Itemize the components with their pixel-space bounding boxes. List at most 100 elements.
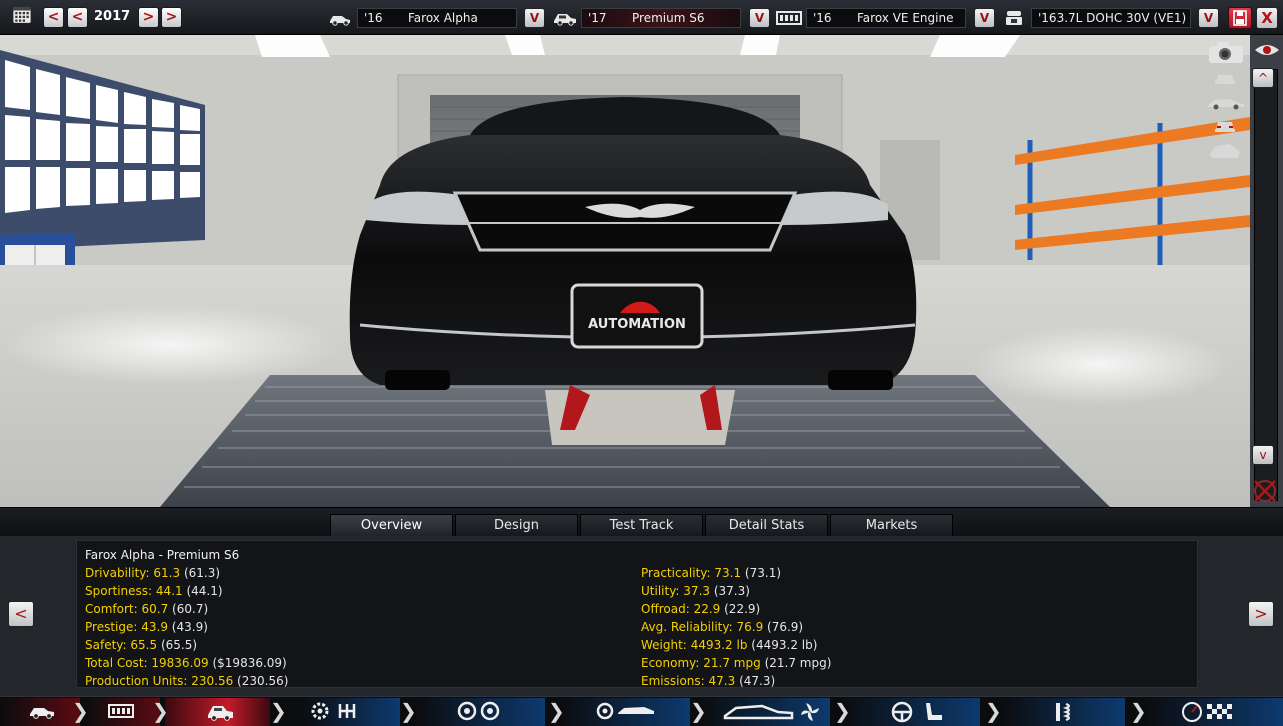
stat-reference-value: (65.5): [160, 638, 198, 652]
brakes-icon: [596, 702, 654, 720]
engine-block-icon: [108, 704, 134, 718]
engine-variant-icon: [1006, 11, 1022, 25]
view-rear-icon[interactable]: [1212, 118, 1238, 134]
engine-variant-field[interactable]: '163.7L DOHC 30V (VE1): [1031, 8, 1191, 28]
engine-family-dropdown-button[interactable]: V: [974, 8, 995, 28]
stat-label: Safety:: [85, 638, 127, 652]
stat-row: Comfort: 60.7 (60.7): [85, 600, 288, 618]
stat-reference-value: ($19836.09): [212, 656, 287, 670]
stat-label: Comfort:: [85, 602, 138, 616]
year-back-button[interactable]: <: [67, 7, 88, 28]
panel-prev-button[interactable]: <: [8, 601, 34, 627]
engine-variant-name: '163.7L DOHC 30V (VE1): [1038, 11, 1187, 25]
stat-row: Emissions: 47.3 (47.3): [641, 672, 831, 690]
zoom-down-button[interactable]: v: [1252, 445, 1274, 465]
license-plate-text: AUTOMATION: [588, 317, 686, 332]
stat-label: Prestige:: [85, 620, 138, 634]
stat-label: Utility:: [641, 584, 680, 598]
stat-label: Weight:: [641, 638, 687, 652]
model-field[interactable]: '16 Farox Alpha: [357, 8, 517, 28]
save-button[interactable]: [1228, 7, 1252, 29]
stat-value: 61.3: [153, 566, 181, 580]
panel-next-button[interactable]: >: [1248, 601, 1274, 627]
car-trim-icon: [554, 14, 576, 26]
stat-row: Weight: 4493.2 lb (4493.2 lb): [641, 636, 831, 654]
save-icon: [1233, 10, 1247, 26]
model-dropdown-button[interactable]: V: [524, 8, 545, 28]
trim-field[interactable]: '17 Premium S6: [581, 8, 741, 28]
stat-value: 4493.2 lb: [690, 638, 748, 652]
hide-car-icon[interactable]: [1250, 478, 1280, 504]
stat-reference-value: (37.3): [713, 584, 750, 598]
tab-test-track[interactable]: Test Track: [580, 514, 703, 536]
stat-row: Safety: 65.5 (65.5): [85, 636, 288, 654]
view-side-icon[interactable]: [1206, 96, 1246, 110]
automation-car-designer: < < 2017 > > '16 Farox Alpha V '17 Premium…: [0, 0, 1283, 726]
stat-reference-value: (76.9): [767, 620, 804, 634]
garage-scene: AUTOMATION: [0, 35, 1250, 507]
calendar-icon[interactable]: [9, 6, 35, 24]
stat-row: Prestige: 43.9 (43.9): [85, 618, 288, 636]
stat-reference-value: (47.3): [739, 674, 776, 688]
stat-row: Offroad: 22.9 (22.9): [641, 600, 831, 618]
view-angle-icon[interactable]: [1208, 140, 1242, 162]
trim-year: '17: [588, 11, 607, 25]
chevron-right-icon: ❯: [270, 699, 287, 723]
design-steps-bar: ❯ ❯ ❯ ❯ ❯ ❯ ❯ ❯ ❯: [0, 696, 1283, 726]
stat-reference-value: (43.9): [171, 620, 208, 634]
eye-icon[interactable]: [1254, 40, 1280, 60]
camera-icon[interactable]: [1207, 40, 1245, 64]
year-forward-button[interactable]: >: [138, 7, 159, 28]
aero-icon: [723, 703, 819, 721]
stat-value: 47.3: [708, 674, 736, 688]
zoom-scroll-track[interactable]: [1254, 69, 1278, 501]
stat-value: 44.1: [155, 584, 183, 598]
model-name: Farox Alpha: [408, 11, 478, 25]
stat-row: Production Units: 230.56 (230.56): [85, 672, 288, 690]
stat-reference-value: (73.1): [744, 566, 782, 580]
stat-reference-value: (61.3): [183, 566, 221, 580]
zoom-up-button[interactable]: ^: [1252, 68, 1274, 88]
car-model-icon: [30, 708, 54, 719]
stat-label: Sportiness:: [85, 584, 153, 598]
engine-family-year: '16: [813, 11, 832, 25]
stat-value: 22.9: [693, 602, 721, 616]
stat-row: Sportiness: 44.1 (44.1): [85, 582, 288, 600]
chevron-right-icon: ❯: [985, 699, 1002, 723]
stat-reference-value: (21.7 mpg): [764, 656, 832, 670]
trim-dropdown-button[interactable]: V: [749, 8, 770, 28]
stat-row: Practicality: 73.1 (73.1): [641, 564, 831, 582]
engine-variant-dropdown-button[interactable]: V: [1198, 8, 1219, 28]
gearbox-icon: [311, 702, 356, 720]
tab-overview[interactable]: Overview: [330, 514, 453, 536]
stat-label: Offroad:: [641, 602, 690, 616]
stat-label: Economy:: [641, 656, 700, 670]
chevron-right-icon: ❯: [72, 699, 89, 723]
right-stats-column: Practicality: 73.1 (73.1) Utility: 37.3 (…: [641, 564, 831, 690]
stat-value: 60.7: [141, 602, 169, 616]
chevron-right-icon: ❯: [152, 699, 169, 723]
car-3d-viewport[interactable]: AUTOMATION: [0, 35, 1250, 507]
interior-icon: [891, 701, 942, 723]
stat-label: Drivability:: [85, 566, 150, 580]
year-forward-fast-button[interactable]: >: [161, 7, 182, 28]
chevron-right-icon: ❯: [548, 699, 565, 723]
year-back-fast-button[interactable]: <: [43, 7, 64, 28]
tab-markets[interactable]: Markets: [830, 514, 953, 536]
stat-row: Total Cost: 19836.09 ($19836.09): [85, 654, 288, 672]
test-track-icon: [1182, 702, 1232, 722]
stat-value: 19836.09: [151, 656, 209, 670]
close-button[interactable]: X: [1256, 7, 1278, 29]
view-front-icon[interactable]: [1212, 70, 1238, 86]
engine-family-field[interactable]: '16 Farox VE Engine: [806, 8, 966, 28]
tab-design[interactable]: Design: [455, 514, 578, 536]
stat-reference-value: (44.1): [186, 584, 223, 598]
chevron-right-icon: ❯: [834, 699, 851, 723]
stat-value: 21.7 mpg: [703, 656, 761, 670]
engine-family-name: Farox VE Engine: [857, 11, 954, 25]
car-model-icon: [330, 16, 350, 26]
stat-reference-value: (60.7): [172, 602, 209, 616]
tab-detail-stats[interactable]: Detail Stats: [705, 514, 828, 536]
stat-row: Avg. Reliability: 76.9 (76.9): [641, 618, 831, 636]
stat-reference-value: (230.56): [237, 674, 289, 688]
